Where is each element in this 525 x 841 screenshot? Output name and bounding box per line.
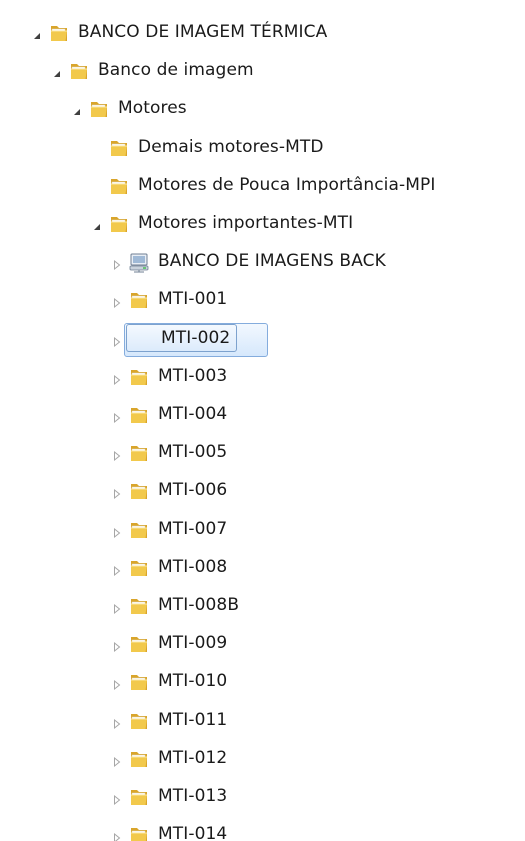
folder-icon <box>128 748 150 770</box>
tree-item-label: MTI-001 <box>158 289 228 309</box>
folder-icon <box>88 98 110 120</box>
tree-item-label: MTI-011 <box>158 710 228 730</box>
expand-arrow-icon[interactable] <box>111 638 123 653</box>
tree-item[interactable]: MTI-004 <box>0 396 525 434</box>
tree-item[interactable]: MTI-001 <box>0 281 525 319</box>
tree-item-label: MTI-012 <box>158 748 228 768</box>
tree-item-label: BANCO DE IMAGEM TÉRMICA <box>78 22 328 42</box>
folder-tree: BANCO DE IMAGEM TÉRMICA Banco de imagem … <box>0 0 525 841</box>
expand-arrow-icon[interactable] <box>111 333 123 348</box>
expand-arrow-icon[interactable] <box>111 715 123 730</box>
expand-arrow-icon[interactable] <box>111 256 123 271</box>
expand-arrow-icon[interactable] <box>111 829 123 841</box>
tree-item-label: Banco de imagem <box>98 60 254 80</box>
tree-item[interactable]: BANCO DE IMAGEM TÉRMICA <box>0 14 525 52</box>
tree-item-label: MTI-007 <box>158 519 228 539</box>
tree-item[interactable]: MTI-002 <box>0 320 525 358</box>
folder-icon <box>108 175 130 197</box>
tree-item[interactable]: Demais motores-MTD <box>0 129 525 167</box>
collapse-arrow-icon[interactable] <box>91 218 103 230</box>
tree-item-label: Motores <box>118 98 187 118</box>
expand-arrow-icon[interactable] <box>111 371 123 386</box>
tree-item[interactable]: MTI-012 <box>0 740 525 778</box>
tree-item[interactable]: MTI-006 <box>0 472 525 510</box>
folder-icon <box>128 710 150 732</box>
folder-icon <box>128 366 150 388</box>
tree-item-label: MTI-010 <box>158 671 228 691</box>
tree-item-label: MTI-003 <box>158 366 228 386</box>
tree-item-label: MTI-008B <box>158 595 240 615</box>
tree-item-label: MTI-013 <box>158 786 228 806</box>
expand-arrow-icon[interactable] <box>111 676 123 691</box>
tree-item[interactable]: MTI-008B <box>0 587 525 625</box>
collapse-arrow-icon[interactable] <box>51 65 63 77</box>
folder-icon <box>68 60 90 82</box>
tree-item[interactable]: Motores de Pouca Importância-MPI <box>0 167 525 205</box>
expand-arrow-icon[interactable] <box>111 753 123 768</box>
folder-icon <box>128 595 150 617</box>
folder-icon <box>128 480 150 502</box>
tree-item[interactable]: MTI-009 <box>0 625 525 663</box>
tree-item-label: MTI-004 <box>158 404 228 424</box>
tree-item[interactable]: MTI-014 <box>0 816 525 841</box>
folder-icon <box>128 633 150 655</box>
tree-item[interactable]: Banco de imagem <box>0 52 525 90</box>
tree-item[interactable]: Motores importantes-MTI <box>0 205 525 243</box>
folder-icon <box>108 213 130 235</box>
expand-arrow-icon[interactable] <box>111 294 123 309</box>
tree-item-label: MTI-002 <box>126 324 238 352</box>
tree-item[interactable]: MTI-003 <box>0 358 525 396</box>
expand-arrow-icon[interactable] <box>111 447 123 462</box>
tree-item[interactable]: MTI-007 <box>0 511 525 549</box>
folder-icon <box>128 519 150 541</box>
folder-icon <box>128 824 150 841</box>
tree-item-label: MTI-005 <box>158 442 228 462</box>
network-drive-icon <box>128 251 150 273</box>
tree-item[interactable]: MTI-008 <box>0 549 525 587</box>
collapse-arrow-icon[interactable] <box>71 103 83 115</box>
tree-item[interactable]: MTI-011 <box>0 702 525 740</box>
expand-arrow-icon[interactable] <box>111 485 123 500</box>
expand-arrow-icon[interactable] <box>111 791 123 806</box>
tree-item-label: BANCO DE IMAGENS BACK <box>158 251 386 271</box>
expand-arrow-icon[interactable] <box>111 600 123 615</box>
tree-item-label: MTI-008 <box>158 557 228 577</box>
folder-icon <box>128 557 150 579</box>
folder-icon <box>128 786 150 808</box>
folder-icon <box>128 404 150 426</box>
tree-item-label: MTI-006 <box>158 480 228 500</box>
tree-item[interactable]: MTI-013 <box>0 778 525 816</box>
folder-icon <box>108 137 130 159</box>
tree-item[interactable]: BANCO DE IMAGENS BACK <box>0 243 525 281</box>
folder-icon <box>128 442 150 464</box>
folder-icon <box>128 289 150 311</box>
expand-arrow-icon[interactable] <box>111 409 123 424</box>
collapse-arrow-icon[interactable] <box>31 27 43 39</box>
tree-item-label: MTI-009 <box>158 633 228 653</box>
expand-arrow-icon[interactable] <box>111 562 123 577</box>
tree-item[interactable]: MTI-010 <box>0 663 525 701</box>
tree-item-label: Motores de Pouca Importância-MPI <box>138 175 436 195</box>
expand-arrow-icon[interactable] <box>111 524 123 539</box>
tree-item-label: Motores importantes-MTI <box>138 213 354 233</box>
folder-icon <box>48 22 70 44</box>
tree-item[interactable]: Motores <box>0 90 525 128</box>
tree-item-label: MTI-014 <box>158 824 228 841</box>
tree-item[interactable]: MTI-005 <box>0 434 525 472</box>
folder-icon <box>128 671 150 693</box>
tree-item-label: Demais motores-MTD <box>138 137 324 157</box>
